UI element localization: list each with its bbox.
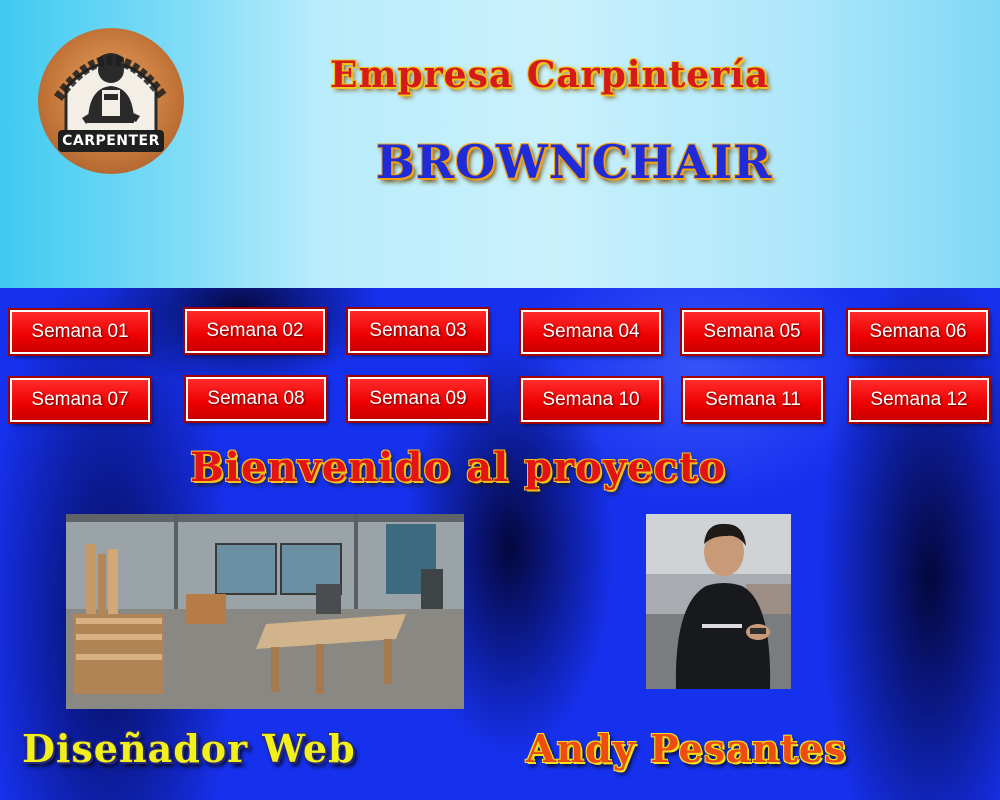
logo-label: CARPENTER <box>58 130 164 152</box>
carpenter-logo-icon: CARPENTER <box>38 28 184 174</box>
week-08-button[interactable]: Semana 08 <box>186 377 326 421</box>
main-content: Semana 01 Semana 02 Semana 03 Semana 04 … <box>0 288 1000 800</box>
week-09-button[interactable]: Semana 09 <box>348 377 488 421</box>
author-name: Andy Pesantes <box>526 726 847 771</box>
week-11-button[interactable]: Semana 11 <box>683 378 823 422</box>
workshop-photo <box>66 514 464 709</box>
week-01-button[interactable]: Semana 01 <box>10 310 150 354</box>
company-title: Empresa Carpintería <box>330 54 770 96</box>
brand-name: BROWNCHAIR <box>376 135 773 189</box>
week-07-button[interactable]: Semana 07 <box>10 378 150 422</box>
week-06-button[interactable]: Semana 06 <box>848 310 988 354</box>
author-photo <box>646 514 791 689</box>
week-02-button[interactable]: Semana 02 <box>185 309 325 353</box>
welcome-heading: Bienvenido al proyecto <box>190 444 727 491</box>
week-12-button[interactable]: Semana 12 <box>849 378 989 422</box>
week-05-button[interactable]: Semana 05 <box>682 310 822 354</box>
header: CARPENTER Empresa Carpintería BROWNCHAIR <box>0 0 1000 289</box>
role-title: Diseñador Web <box>22 726 356 771</box>
week-03-button[interactable]: Semana 03 <box>348 309 488 353</box>
week-04-button[interactable]: Semana 04 <box>521 310 661 354</box>
week-10-button[interactable]: Semana 10 <box>521 378 661 422</box>
